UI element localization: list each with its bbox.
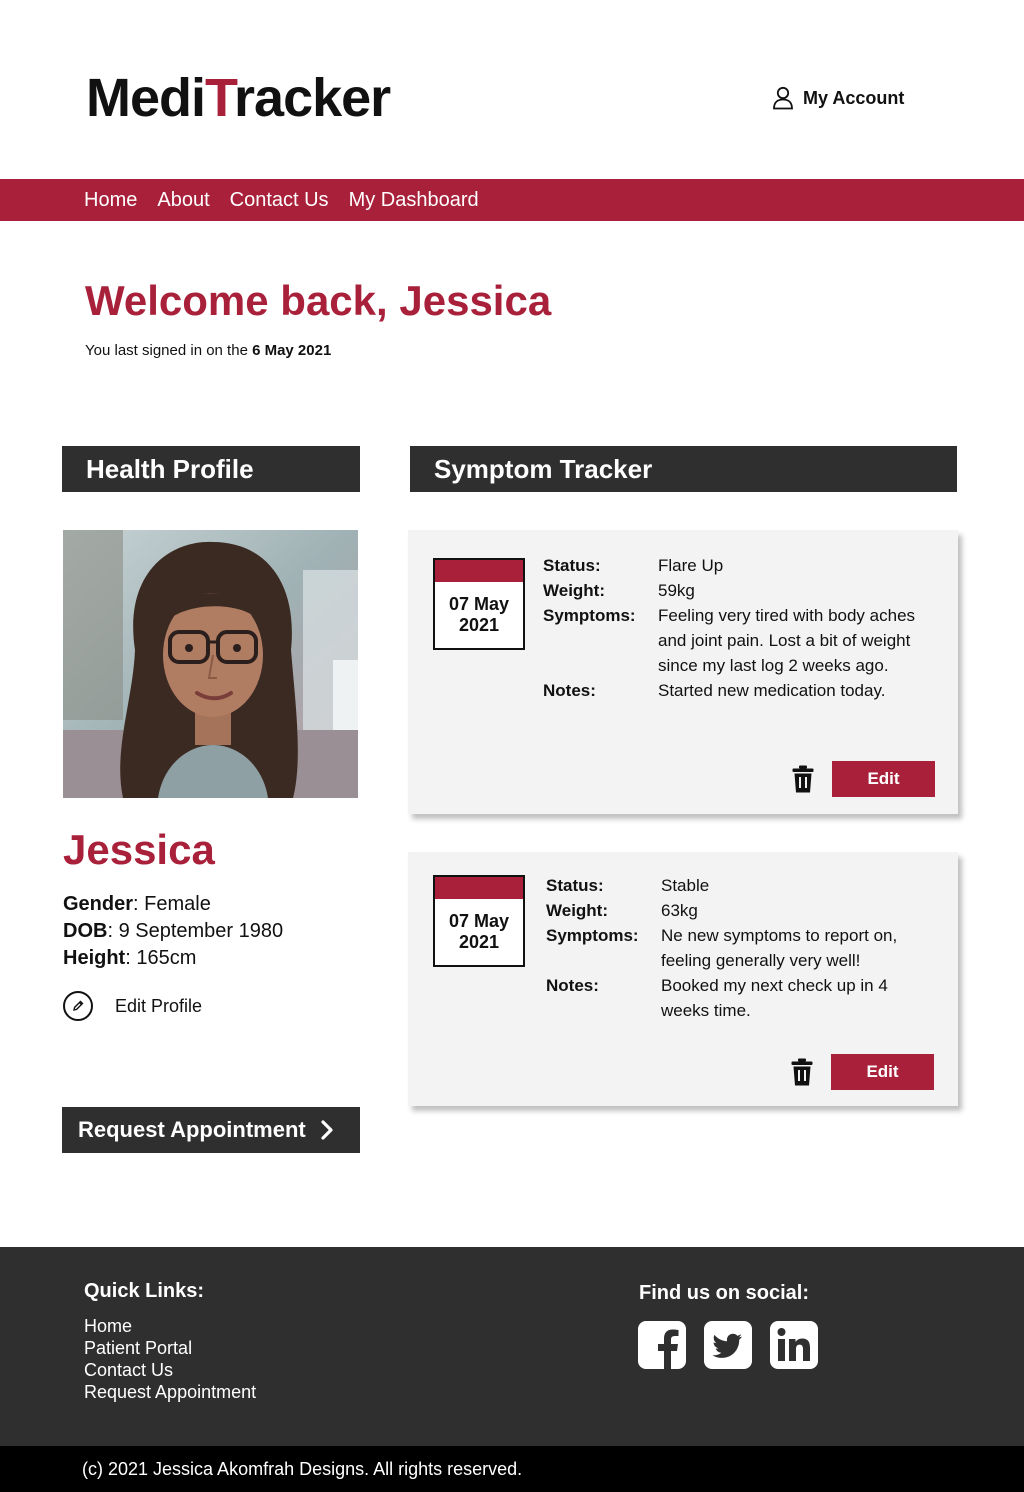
nav-contact-us[interactable]: Contact Us <box>230 189 329 212</box>
edit-profile-button[interactable]: Edit Profile <box>63 991 202 1021</box>
logo-suffix: racker <box>234 68 391 128</box>
notes-label: Notes: <box>543 681 596 700</box>
last-signed-in: You last signed in on the 6 May 2021 <box>85 342 331 359</box>
last-signed-prefix: You last signed in on the <box>85 342 253 359</box>
main-nav: Home About Contact Us My Dashboard <box>0 179 1024 221</box>
weight-label: Weight: <box>543 581 606 600</box>
trash-icon[interactable] <box>791 1058 813 1086</box>
edit-profile-label: Edit Profile <box>115 995 203 1016</box>
entry-date: 07 May 2021 <box>435 911 523 953</box>
twitter-icon[interactable] <box>704 1321 752 1369</box>
edit-entry-button[interactable]: Edit <box>832 761 935 797</box>
status-label: Status: <box>546 876 604 895</box>
symptoms-value: Ne new symptoms to report on, feeling ge… <box>661 926 898 970</box>
entry-date-day: 07 May <box>448 911 510 931</box>
notes-label: Notes: <box>546 976 599 995</box>
logo-prefix: Medi <box>86 68 206 128</box>
social-title: Find us on social: <box>639 1282 810 1304</box>
calendar-icon: 07 May 2021 <box>433 558 525 650</box>
status-value: Flare Up <box>658 556 724 575</box>
logo-accent-letter: T <box>205 68 235 128</box>
copyright: (c) 2021 Jessica Akomfrah Designs. All r… <box>0 1446 1024 1492</box>
quick-link-contact-us[interactable]: Contact Us <box>84 1359 256 1381</box>
notes-value: Started new medication today. <box>658 681 886 700</box>
gender-label: Gender <box>63 893 134 915</box>
symptoms-label: Symptoms: <box>546 926 639 945</box>
social-links <box>638 1321 818 1369</box>
entry-date-year: 2021 <box>458 615 500 635</box>
my-account-label: My Account <box>803 87 905 108</box>
symptom-card: 07 May 2021 Status: Stable Weight: 63kg Sy… <box>408 852 958 1106</box>
status-value: Stable <box>661 876 710 895</box>
height-row: Height: 165cm <box>63 945 283 972</box>
chevron-right-icon <box>321 1120 333 1140</box>
trash-icon[interactable] <box>792 765 814 793</box>
my-account-link[interactable]: My Account <box>772 86 904 110</box>
nav-my-dashboard[interactable]: My Dashboard <box>349 189 479 212</box>
quick-links-list: Home Patient Portal Contact Us Request A… <box>84 1315 256 1403</box>
profile-name: Jessica <box>63 826 215 873</box>
profile-details: Gender: Female DOB: 9 September 1980 Hei… <box>63 891 283 972</box>
weight-value: 63kg <box>661 901 698 920</box>
nav-home[interactable]: Home <box>84 189 137 212</box>
request-appointment-label: Request Appointment <box>78 1117 306 1142</box>
request-appointment-button[interactable]: Request Appointment <box>62 1107 360 1153</box>
calendar-icon: 07 May 2021 <box>433 875 525 967</box>
quick-link-patient-portal[interactable]: Patient Portal <box>84 1337 256 1359</box>
weight-label: Weight: <box>546 901 609 920</box>
site-logo[interactable]: MediTracker <box>86 66 391 130</box>
quick-link-request-appointment[interactable]: Request Appointment <box>84 1381 256 1403</box>
entry-fields: Status: Stable Weight: 63kg Symptoms: Ne ne… <box>546 873 936 1023</box>
entry-date-year: 2021 <box>458 932 500 952</box>
dob-label: DOB <box>63 920 108 942</box>
welcome-heading: Welcome back, Jessica <box>85 277 552 324</box>
edit-entry-button[interactable]: Edit <box>831 1054 934 1090</box>
nav-about[interactable]: About <box>157 189 209 212</box>
symptom-card: 07 May 2021 Status: Flare Up Weight: 59kg … <box>408 530 958 814</box>
last-signed-date: 6 May 2021 <box>252 342 332 359</box>
pencil-icon <box>63 991 93 1021</box>
height-value: : 165cm <box>125 947 197 969</box>
dob-value: : 9 September 1980 <box>107 920 284 942</box>
symptom-tracker-title: Symptom Tracker <box>410 446 957 492</box>
user-icon <box>773 86 793 110</box>
status-label: Status: <box>543 556 601 575</box>
facebook-icon[interactable] <box>638 1321 686 1369</box>
symptoms-label: Symptoms: <box>543 606 636 625</box>
gender-row: Gender: Female <box>63 891 283 918</box>
notes-value: Booked my next check up in 4 weeks time. <box>661 976 888 1020</box>
linkedin-icon[interactable] <box>770 1321 818 1369</box>
entry-date: 07 May 2021 <box>435 594 523 636</box>
symptoms-value: Feeling very tired with body aches and j… <box>658 606 916 675</box>
dob-row: DOB: 9 September 1980 <box>63 918 283 945</box>
entry-fields: Status: Flare Up Weight: 59kg Symptoms: Fee… <box>543 553 933 703</box>
quick-link-home[interactable]: Home <box>84 1315 256 1337</box>
weight-value: 59kg <box>658 581 695 600</box>
profile-photo <box>63 530 358 798</box>
entry-date-day: 07 May <box>448 594 510 614</box>
height-label: Height <box>63 947 126 969</box>
gender-value: : Female <box>133 893 211 915</box>
health-profile-title: Health Profile <box>62 446 360 492</box>
quick-links-title: Quick Links: <box>84 1280 205 1302</box>
